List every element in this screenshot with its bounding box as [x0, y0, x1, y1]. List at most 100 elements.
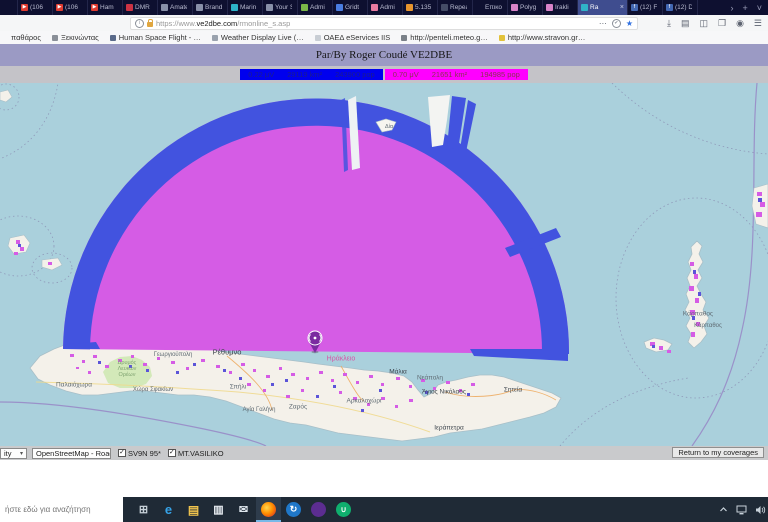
- shield-icon[interactable]: ✔: [612, 19, 621, 28]
- return-to-coverages-button[interactable]: Return to my coverages: [672, 447, 764, 458]
- sidebar-icon[interactable]: ◫: [699, 18, 708, 29]
- tab-title: Ra: [590, 4, 618, 11]
- tab-title: Irakli: [555, 4, 572, 11]
- tab-favicon: f: [666, 4, 673, 11]
- tab-favicon: ▶: [21, 4, 28, 11]
- bookmark-item[interactable]: ΟΑΕΔ eServices IIS: [315, 33, 391, 42]
- bookmark-label: http://www.stravon.gr…: [508, 33, 586, 42]
- tab-title: 5.135: [415, 4, 432, 11]
- url-bar[interactable]: i https://www.ve2dbe.com/rmonline_s.asp …: [130, 17, 638, 30]
- checkbox-checked-icon[interactable]: ✓: [118, 449, 126, 457]
- browser-tab[interactable]: Επικοιν: [473, 0, 508, 15]
- library-icon[interactable]: ▤: [681, 18, 690, 29]
- system-tray: [719, 505, 768, 515]
- tab-favicon: [266, 4, 273, 11]
- browser-tab[interactable]: BrandM: [193, 0, 228, 15]
- tab-title: (106: [65, 4, 82, 11]
- bookmark-item[interactable]: Weather Display Live (…: [212, 33, 304, 42]
- browser-tab[interactable]: Polyg: [508, 0, 543, 15]
- browser-tab[interactable]: Repea: [438, 0, 473, 15]
- bookmark-item[interactable]: Human Space Flight - …: [110, 33, 201, 42]
- firefox-icon[interactable]: [256, 497, 281, 522]
- browser-tab[interactable]: 5.135: [403, 0, 438, 15]
- screenshots-icon[interactable]: ❐: [718, 18, 726, 29]
- coverage-checkbox-1[interactable]: ✓ SV9N 95*: [118, 449, 161, 458]
- file-explorer-icon[interactable]: ▤: [181, 497, 206, 522]
- browser-tab[interactable]: DMR: [123, 0, 158, 15]
- tab-title: BrandM: [205, 4, 222, 11]
- taskbar-app-icons: ⊞ e ▤ ▥ ✉: [131, 497, 356, 522]
- bookmark-label: Human Space Flight - …: [119, 33, 201, 42]
- purple-app-icon[interactable]: [306, 497, 331, 522]
- edge-icon[interactable]: e: [156, 497, 181, 522]
- browser-tab[interactable]: ▶ (106: [18, 0, 53, 15]
- browser-tab[interactable]: Gridt: [333, 0, 368, 15]
- task-view-icon[interactable]: ⊞: [131, 497, 156, 522]
- menu-icon[interactable]: ☰: [754, 18, 762, 29]
- tab-scroll-right-icon[interactable]: ›: [730, 3, 733, 13]
- taskbar-search-input[interactable]: [0, 497, 123, 522]
- tab-favicon: [196, 4, 203, 11]
- mail-icon[interactable]: ✉: [231, 497, 256, 522]
- tab-close-icon[interactable]: ×: [620, 4, 624, 11]
- tab-favicon: [581, 4, 588, 11]
- browser-tab[interactable]: Your Sho: [263, 0, 298, 15]
- bookmark-item[interactable]: http://penteli.meteo.g…: [401, 33, 488, 42]
- downloads-icon[interactable]: ⤓: [667, 18, 671, 29]
- browser-tab[interactable]: ets: [0, 0, 18, 15]
- tab-title: Your Sho: [275, 4, 292, 11]
- green-app-icon[interactable]: ∪: [331, 497, 356, 522]
- browser-tab[interactable]: ▶ Ham: [88, 0, 123, 15]
- chevron-down-icon: ▾: [20, 450, 23, 457]
- network-icon[interactable]: [736, 505, 747, 515]
- browser-tab[interactable]: f (12) D: [663, 0, 698, 15]
- browser-toolbar-icons: ⤓ ▤ ◫ ❐ ◉ ☰: [667, 16, 762, 30]
- bookmark-item[interactable]: http://www.stravon.gr…: [499, 33, 586, 42]
- tab-favicon: ▶: [56, 4, 63, 11]
- checkbox-checked-icon[interactable]: ✓: [168, 449, 176, 457]
- tray-chevron-up-icon[interactable]: [719, 505, 728, 514]
- bookmark-label: Ξεκινώντας: [61, 33, 99, 42]
- browser-tab[interactable]: Ra ×: [578, 0, 628, 15]
- map-controls-bar: ity ▾ OpenStreetMap - Road ▾ ✓ SV9N 95* …: [0, 446, 768, 460]
- blue-app-icon[interactable]: ↻: [281, 497, 306, 522]
- list-all-tabs-icon[interactable]: ˅: [757, 3, 762, 13]
- tab-favicon: [336, 4, 343, 11]
- browser-tab[interactable]: Irakli: [543, 0, 578, 15]
- browser-tab[interactable]: Marin: [228, 0, 263, 15]
- bookmark-favicon: [110, 35, 116, 41]
- page-actions-icon[interactable]: ⋯: [599, 19, 607, 28]
- tab-favicon: [301, 4, 308, 11]
- store-icon[interactable]: ▥: [206, 497, 231, 522]
- coverage-map[interactable]: [0, 83, 768, 446]
- browser-tab[interactable]: f (12) F: [628, 0, 663, 15]
- tab-title: Admi: [310, 4, 327, 11]
- browser-tab-bar: ets ▶ (106 ▶ (106 ▶ Ham: [0, 0, 768, 15]
- legend-weak-signal: 0.22 μV 29119 km² 243900 pop: [240, 69, 383, 80]
- tab-title: Amateu: [170, 4, 187, 11]
- tab-favicon: [441, 4, 448, 11]
- lock-icon[interactable]: [147, 22, 153, 27]
- bookmark-favicon: [315, 35, 321, 41]
- browser-tab[interactable]: Amateu: [158, 0, 193, 15]
- tab-title: DMR: [135, 4, 152, 11]
- browser-tab[interactable]: ▶ (106: [53, 0, 88, 15]
- tab-title: Admi: [380, 4, 397, 11]
- coverage-checkbox-2[interactable]: ✓ MT.VASILIKO: [168, 449, 224, 458]
- bookmark-item[interactable]: Ξεκινώντας: [52, 33, 99, 42]
- browser-tab[interactable]: Admi: [298, 0, 333, 15]
- new-tab-button[interactable]: +: [742, 3, 747, 13]
- page-info-icon[interactable]: i: [135, 19, 144, 28]
- bookmark-label: http://penteli.meteo.g…: [410, 33, 488, 42]
- volume-icon[interactable]: [755, 505, 766, 515]
- url-text: https://www.ve2dbe.com/rmonline_s.asp: [156, 19, 290, 28]
- bookmark-label: παθάρος: [11, 33, 41, 42]
- layer-select[interactable]: ity ▾: [0, 448, 27, 459]
- page-bottom-whitespace: [0, 460, 768, 497]
- bookmark-star-icon[interactable]: ★: [626, 19, 633, 28]
- browser-tab[interactable]: Admi: [368, 0, 403, 15]
- bookmark-item[interactable]: παθάρος: [2, 33, 41, 42]
- basemap-select[interactable]: OpenStreetMap - Road ▾: [32, 448, 111, 459]
- extensions-icon[interactable]: ◉: [736, 18, 744, 29]
- tab-controls: › + ˅: [724, 0, 768, 15]
